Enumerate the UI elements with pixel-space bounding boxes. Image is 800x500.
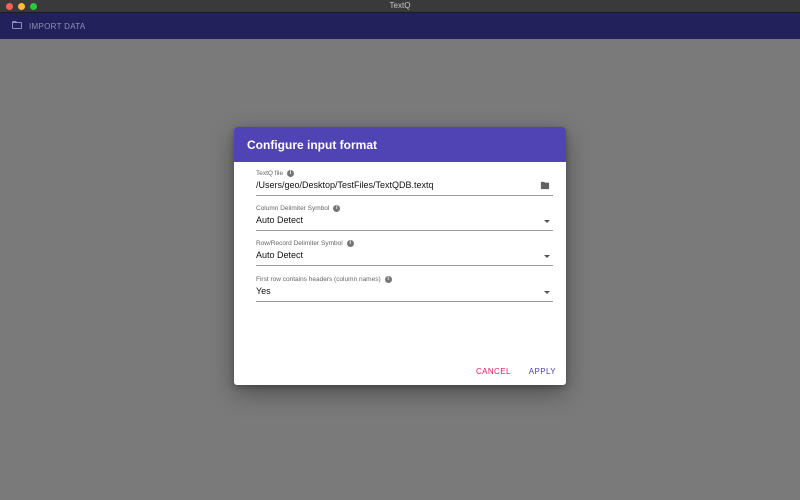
headers-select[interactable]: Yes xyxy=(256,284,553,302)
info-icon[interactable]: i xyxy=(384,275,392,283)
folder-outline-icon xyxy=(11,19,23,33)
folder-icon[interactable] xyxy=(540,181,550,190)
row-delimiter-select[interactable]: Auto Detect xyxy=(256,248,553,266)
textq-file-field: TextQ file i /Users/geo/Desktop/TestFile… xyxy=(256,168,553,196)
info-icon[interactable]: i xyxy=(287,169,295,177)
row-delimiter-value: Auto Detect xyxy=(256,250,304,260)
dropdown-arrow-icon xyxy=(544,220,550,223)
headers-field: First row contains headers (column names… xyxy=(256,274,553,302)
headers-label: First row contains headers (column names… xyxy=(256,275,381,283)
dialog-actions: CANCEL APPLY xyxy=(476,367,556,376)
window-title: TextQ xyxy=(389,1,411,10)
dropdown-arrow-icon xyxy=(544,291,550,294)
import-data-label: IMPORT DATA xyxy=(29,21,86,31)
column-delimiter-field: Column Delimiter Symbol i Auto Detect xyxy=(256,203,553,231)
textq-file-value: /Users/geo/Desktop/TestFiles/TextQDB.tex… xyxy=(256,180,434,190)
info-icon[interactable]: i xyxy=(346,239,354,247)
column-delimiter-label: Column Delimiter Symbol xyxy=(256,204,330,212)
textq-file-input[interactable]: /Users/geo/Desktop/TestFiles/TextQDB.tex… xyxy=(256,178,553,196)
info-icon[interactable]: i xyxy=(333,204,341,212)
headers-value: Yes xyxy=(256,286,271,296)
dialog-title: Configure input format xyxy=(234,127,566,162)
apply-button[interactable]: APPLY xyxy=(529,367,556,376)
column-delimiter-value: Auto Detect xyxy=(256,215,304,225)
cancel-button[interactable]: CANCEL xyxy=(476,367,511,376)
column-delimiter-select[interactable]: Auto Detect xyxy=(256,213,553,231)
row-delimiter-field: Row/Record Delimiter Symbol i Auto Detec… xyxy=(256,238,553,266)
row-delimiter-label: Row/Record Delimiter Symbol xyxy=(256,239,343,247)
configure-input-dialog: Configure input format TextQ file i /Use… xyxy=(234,127,566,385)
import-data-button[interactable]: IMPORT DATA xyxy=(7,16,92,36)
app-toolbar: IMPORT DATA xyxy=(0,13,800,39)
textq-file-label: TextQ file xyxy=(256,169,284,177)
window-titlebar: TextQ xyxy=(0,0,800,13)
dropdown-arrow-icon xyxy=(544,255,550,258)
